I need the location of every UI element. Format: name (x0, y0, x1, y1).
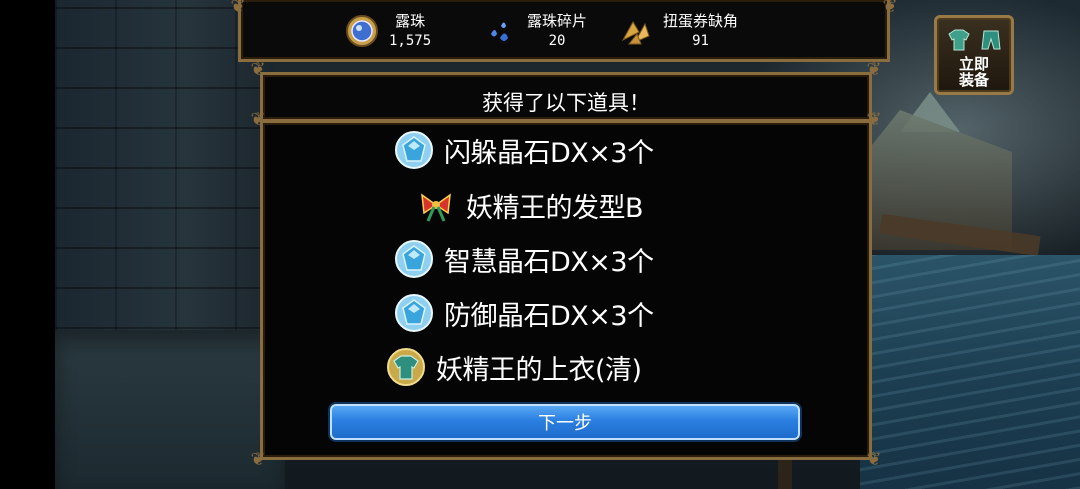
ribbon-bow-icon (421, 193, 451, 222)
frame-ornament-icon: ❦ (250, 109, 266, 130)
frame-ornament-icon: ❦ (882, 0, 898, 17)
currency-value: 20 (548, 33, 566, 49)
dew-orb-icon (345, 14, 379, 48)
armor-top-icon (387, 348, 425, 386)
dew-shard-icon (483, 14, 517, 48)
currency-dew: 露珠 1,575 (345, 8, 431, 54)
crystal-icon (395, 131, 433, 169)
equip-now-button[interactable]: 立即 装备 (934, 15, 1014, 95)
frame-ornament-icon: ❦ (230, 0, 246, 17)
reward-item-label: 妖精王的上衣(清) (436, 354, 642, 386)
reward-item: 智慧晶石DX×3个 (394, 237, 654, 281)
frame-ornament-icon: ❦ (250, 449, 266, 470)
next-step-button[interactable]: 下一步 (330, 404, 800, 440)
next-step-label: 下一步 (538, 413, 592, 434)
currency-bar: ❦ ❦ 露珠 1,575 露珠碎片 20 扭蛋券缺角 91 (230, 0, 898, 62)
reward-item-label: 智慧晶石DX×3个 (444, 246, 654, 278)
frame-ornament-icon: ❦ (866, 59, 882, 80)
reward-item: 闪躲晶石DX×3个 (394, 128, 654, 172)
left-shadow (0, 0, 55, 489)
armor-top-icon (945, 28, 973, 56)
reward-item: 防御晶石DX×3个 (394, 291, 654, 335)
water (860, 255, 1080, 489)
reward-item: 妖精王的上衣(清) (386, 345, 642, 389)
equip-label-line1: 立即 (958, 55, 989, 73)
armor-bottom-icon (979, 28, 1003, 56)
reward-item-label: 闪躲晶石DX×3个 (444, 137, 654, 169)
crystal-icon (395, 240, 433, 278)
reward-item: 妖精王的发型B (416, 183, 644, 227)
dialog-title-bar: ❦ ❦ 获得了以下道具！ (250, 61, 882, 122)
frame-ornament-icon: ❦ (250, 59, 266, 80)
currency-label: 扭蛋券缺角 (663, 12, 739, 30)
currency-label: 露珠碎片 (527, 12, 588, 30)
currency-gacha-fragment: 扭蛋券缺角 91 (619, 8, 738, 54)
frame-ornament-icon: ❦ (866, 449, 882, 470)
reward-item-label: 妖精王的发型B (466, 192, 644, 224)
gacha-ticket-fragment-icon (619, 14, 653, 48)
currency-value: 91 (692, 33, 709, 49)
dialog-title: 获得了以下道具！ (482, 91, 650, 115)
equip-label-line2: 装备 (958, 71, 989, 89)
reward-item-label: 防御晶石DX×3个 (444, 300, 654, 332)
frame-ornament-icon: ❦ (866, 109, 882, 130)
crystal-icon (395, 294, 433, 332)
currency-value: 1,575 (389, 33, 432, 49)
currency-label: 露珠 (395, 12, 426, 30)
currency-dew-shard: 露珠碎片 20 (483, 8, 587, 54)
